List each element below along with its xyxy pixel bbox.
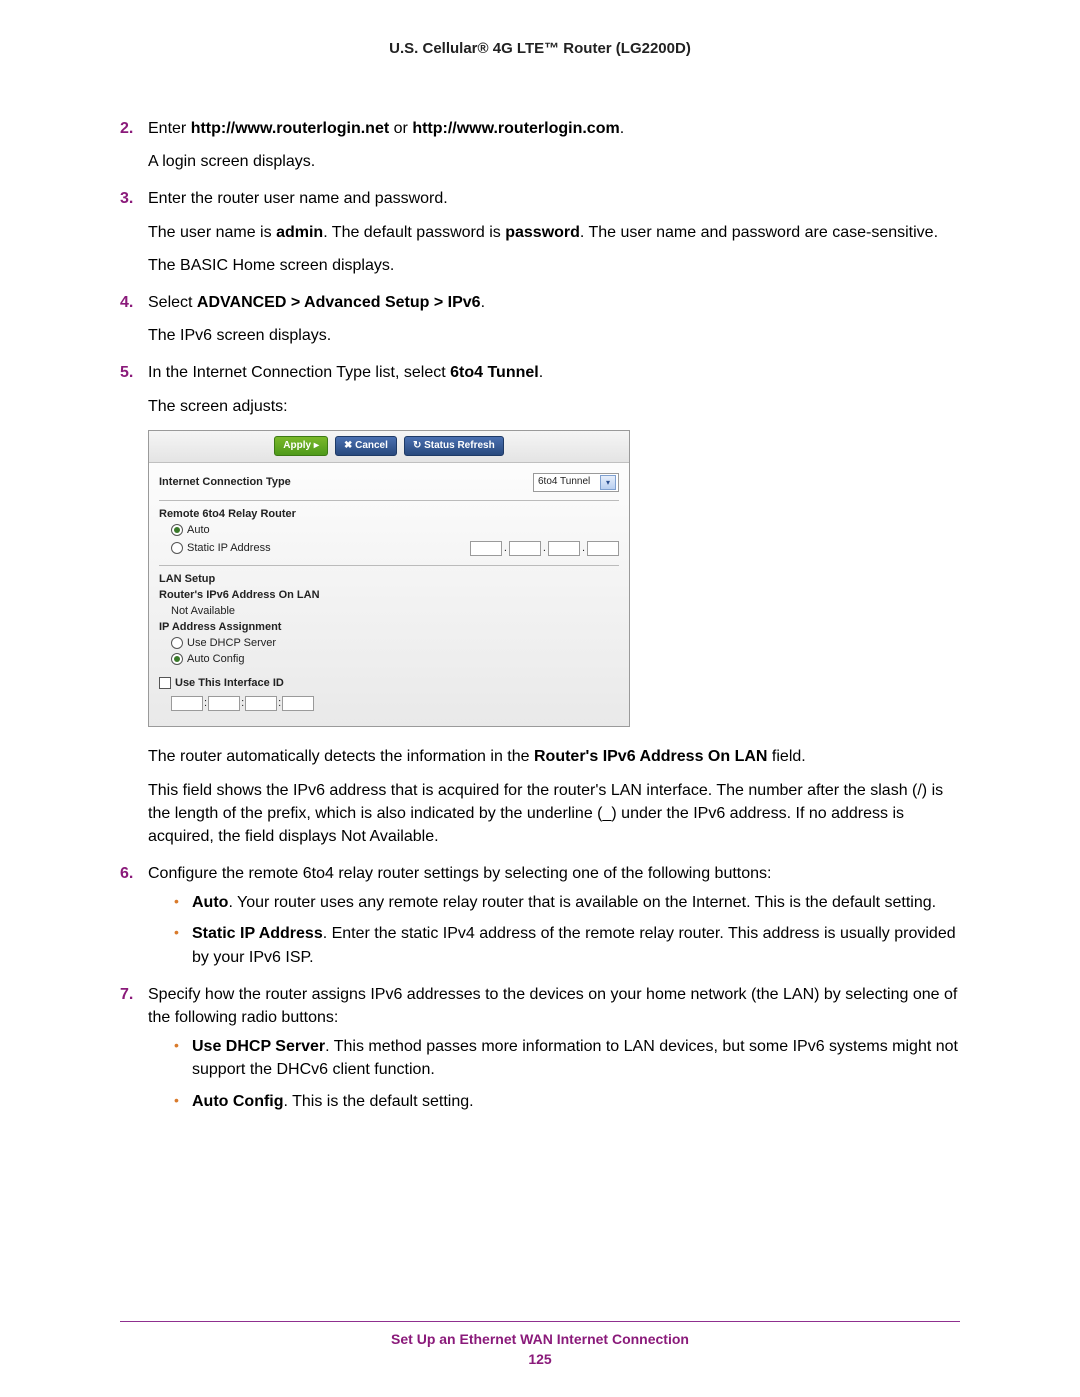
ipv6-segment-input[interactable] xyxy=(171,696,203,711)
step-para: The screen adjusts: xyxy=(148,395,960,418)
step-para: The IPv6 screen displays. xyxy=(148,324,960,347)
sub-item: Auto Config. This is the default setting… xyxy=(174,1090,960,1113)
step-3: 3. Enter the router user name and passwo… xyxy=(120,187,960,277)
internet-connection-type-label: Internet Connection Type xyxy=(159,475,291,491)
ip-octet-input[interactable] xyxy=(509,541,541,556)
select-value: 6to4 Tunnel xyxy=(538,475,590,490)
remote-relay-label: Remote 6to4 Relay Router xyxy=(159,507,619,523)
step-number: 2. xyxy=(120,117,133,140)
sub-list: Use DHCP Server. This method passes more… xyxy=(148,1035,960,1113)
step-4: 4. Select ADVANCED > Advanced Setup > IP… xyxy=(120,291,960,347)
sub-item: Static IP Address. Enter the static IPv4… xyxy=(174,922,960,968)
divider xyxy=(159,500,619,501)
static-ip-fields: ... xyxy=(470,541,619,557)
step-text: Enter http://www.routerlogin.net or http… xyxy=(148,120,624,137)
document-page: U.S. Cellular® 4G LTE™ Router (LG2200D) … xyxy=(0,0,1080,1397)
step-7: 7. Specify how the router assigns IPv6 a… xyxy=(120,983,960,1113)
footer-page-number: 125 xyxy=(0,1351,1080,1367)
page-header-title: U.S. Cellular® 4G LTE™ Router (LG2200D) xyxy=(120,40,960,57)
status-refresh-button[interactable]: ↻ Status Refresh xyxy=(404,436,504,457)
footer-section-title: Set Up an Ethernet WAN Internet Connecti… xyxy=(0,1331,1080,1347)
toolbar: Apply ▸ ✖ Cancel ↻ Status Refresh xyxy=(149,431,629,464)
step-number: 3. xyxy=(120,187,133,210)
step-6: 6. Configure the remote 6to4 relay route… xyxy=(120,862,960,969)
auto-config-option[interactable]: Auto Config xyxy=(159,652,619,668)
sub-list: Auto. Your router uses any remote relay … xyxy=(148,891,960,969)
step-5: 5. In the Internet Connection Type list,… xyxy=(120,361,960,848)
step-para: A login screen displays. xyxy=(148,150,960,173)
ip-octet-input[interactable] xyxy=(548,541,580,556)
cancel-button[interactable]: ✖ Cancel xyxy=(335,436,397,457)
step-text: Configure the remote 6to4 relay router s… xyxy=(148,865,771,882)
step-number: 6. xyxy=(120,862,133,885)
step-number: 7. xyxy=(120,983,133,1006)
step-number: 4. xyxy=(120,291,133,314)
step-2: 2. Enter http://www.routerlogin.net or h… xyxy=(120,117,960,173)
chevron-down-icon: ▾ xyxy=(600,475,616,490)
page-footer: Set Up an Ethernet WAN Internet Connecti… xyxy=(0,1331,1080,1367)
use-dhcp-option[interactable]: Use DHCP Server xyxy=(159,636,619,652)
ip-assignment-label: IP Address Assignment xyxy=(159,620,619,636)
apply-button[interactable]: Apply ▸ xyxy=(274,436,328,457)
instruction-list: 2. Enter http://www.routerlogin.net or h… xyxy=(120,117,960,1113)
ipv6-segment-input[interactable] xyxy=(245,696,277,711)
relay-static-option[interactable]: Static IP Address xyxy=(159,541,271,557)
internet-connection-type-select[interactable]: 6to4 Tunnel ▾ xyxy=(533,473,619,492)
lan-setup-label: LAN Setup xyxy=(159,572,619,588)
step-para: The user name is admin. The default pass… xyxy=(148,221,960,244)
ipv6-segment-input[interactable] xyxy=(208,696,240,711)
radio-icon xyxy=(171,542,183,554)
panel-body: Internet Connection Type 6to4 Tunnel ▾ R… xyxy=(149,463,629,726)
step-para: The router automatically detects the inf… xyxy=(148,745,960,768)
use-interface-id-option[interactable]: Use This Interface ID xyxy=(159,676,619,692)
checkbox-icon xyxy=(159,677,171,689)
step-para: The BASIC Home screen displays. xyxy=(148,254,960,277)
radio-icon xyxy=(171,524,183,536)
step-number: 5. xyxy=(120,361,133,384)
router-ipv6-addr-value: Not Available xyxy=(159,604,619,620)
step-text: Select ADVANCED > Advanced Setup > IPv6. xyxy=(148,294,485,311)
step-para: This field shows the IPv6 address that i… xyxy=(148,779,960,849)
ipv6-segment-input[interactable] xyxy=(282,696,314,711)
embedded-router-ui: Apply ▸ ✖ Cancel ↻ Status Refresh Intern… xyxy=(148,430,630,728)
step-text: Specify how the router assigns IPv6 addr… xyxy=(148,986,957,1026)
sub-item: Auto. Your router uses any remote relay … xyxy=(174,891,960,914)
step-text: In the Internet Connection Type list, se… xyxy=(148,364,543,381)
ip-octet-input[interactable] xyxy=(470,541,502,556)
interface-id-fields: ::: xyxy=(159,692,619,716)
sub-item: Use DHCP Server. This method passes more… xyxy=(174,1035,960,1081)
radio-icon xyxy=(171,637,183,649)
ip-octet-input[interactable] xyxy=(587,541,619,556)
router-ipv6-addr-label: Router's IPv6 Address On LAN xyxy=(159,588,619,604)
step-text: Enter the router user name and password. xyxy=(148,190,448,207)
relay-auto-option[interactable]: Auto xyxy=(159,523,619,539)
divider xyxy=(159,565,619,566)
radio-icon xyxy=(171,653,183,665)
footer-divider xyxy=(120,1321,960,1322)
